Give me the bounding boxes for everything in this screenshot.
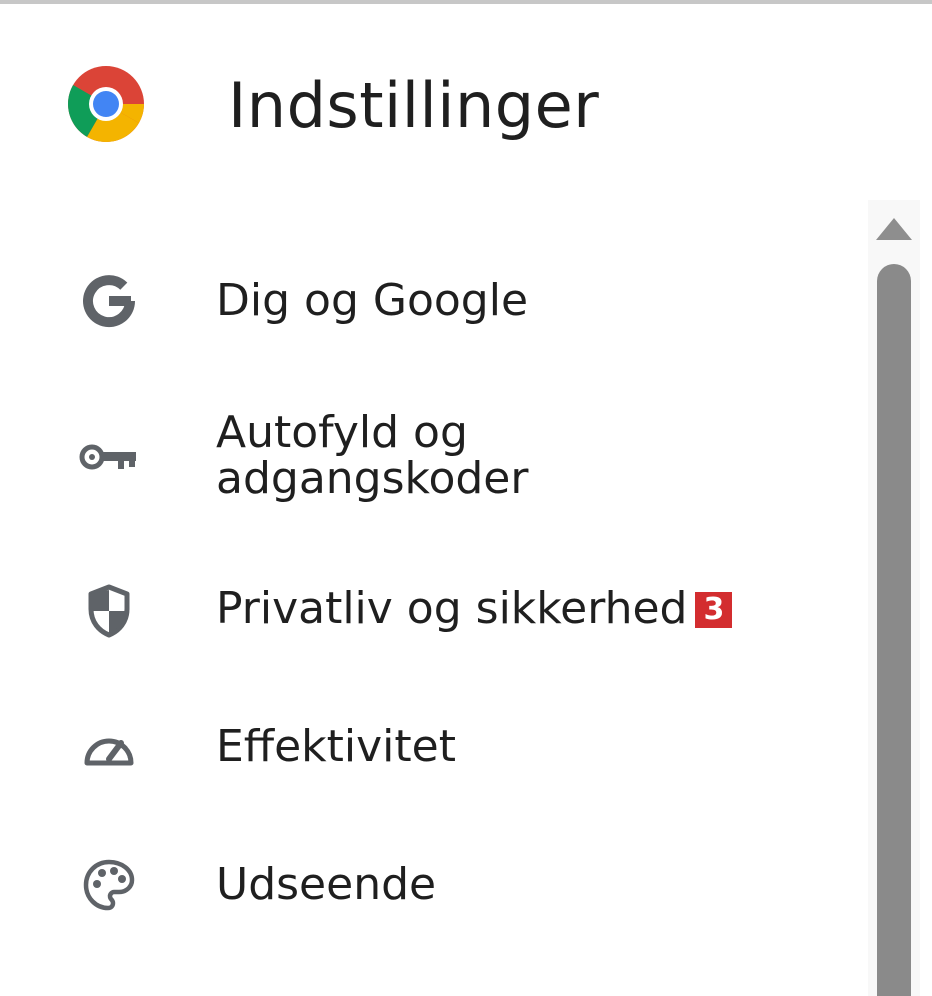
settings-window: Indstillinger Dig og Google Autofyld og …: [0, 0, 932, 996]
speedometer-icon: [76, 714, 142, 780]
chrome-logo-icon: [68, 66, 144, 142]
nav-item-privacy[interactable]: Privatliv og sikkerhed 3: [0, 578, 860, 644]
key-icon: [76, 424, 142, 490]
nav-item-label-line2: adgangskoder: [216, 453, 529, 504]
settings-header: [66, 62, 146, 146]
shield-icon: [76, 578, 142, 644]
nav-item-appearance[interactable]: Udseende: [0, 852, 860, 918]
page-title: Indstillinger: [228, 69, 600, 142]
nav-item-autofill[interactable]: Autofyld og adgangskoder: [0, 410, 860, 506]
scrollbar[interactable]: [868, 200, 920, 996]
google-g-icon: [76, 268, 142, 334]
scrollbar-thumb[interactable]: [877, 264, 911, 996]
scroll-up-arrow-icon[interactable]: [876, 218, 912, 240]
nav-item-performance[interactable]: Effektivitet: [0, 714, 860, 780]
nav-item-privacy-label-wrap: Privatliv og sikkerhed 3: [216, 583, 733, 634]
nav-item-label-line1: Autofyld og: [216, 407, 468, 458]
nav-item-label: Effektivitet: [216, 721, 456, 772]
nav-item-label: Privatliv og sikkerhed: [216, 583, 688, 634]
step-badge: 3: [695, 592, 733, 628]
nav-item-you-and-google[interactable]: Dig og Google: [0, 268, 860, 338]
nav-item-label: Dig og Google: [216, 275, 529, 326]
palette-icon: [76, 852, 142, 918]
nav-item-label: Udseende: [216, 859, 437, 910]
top-border: [0, 0, 932, 4]
